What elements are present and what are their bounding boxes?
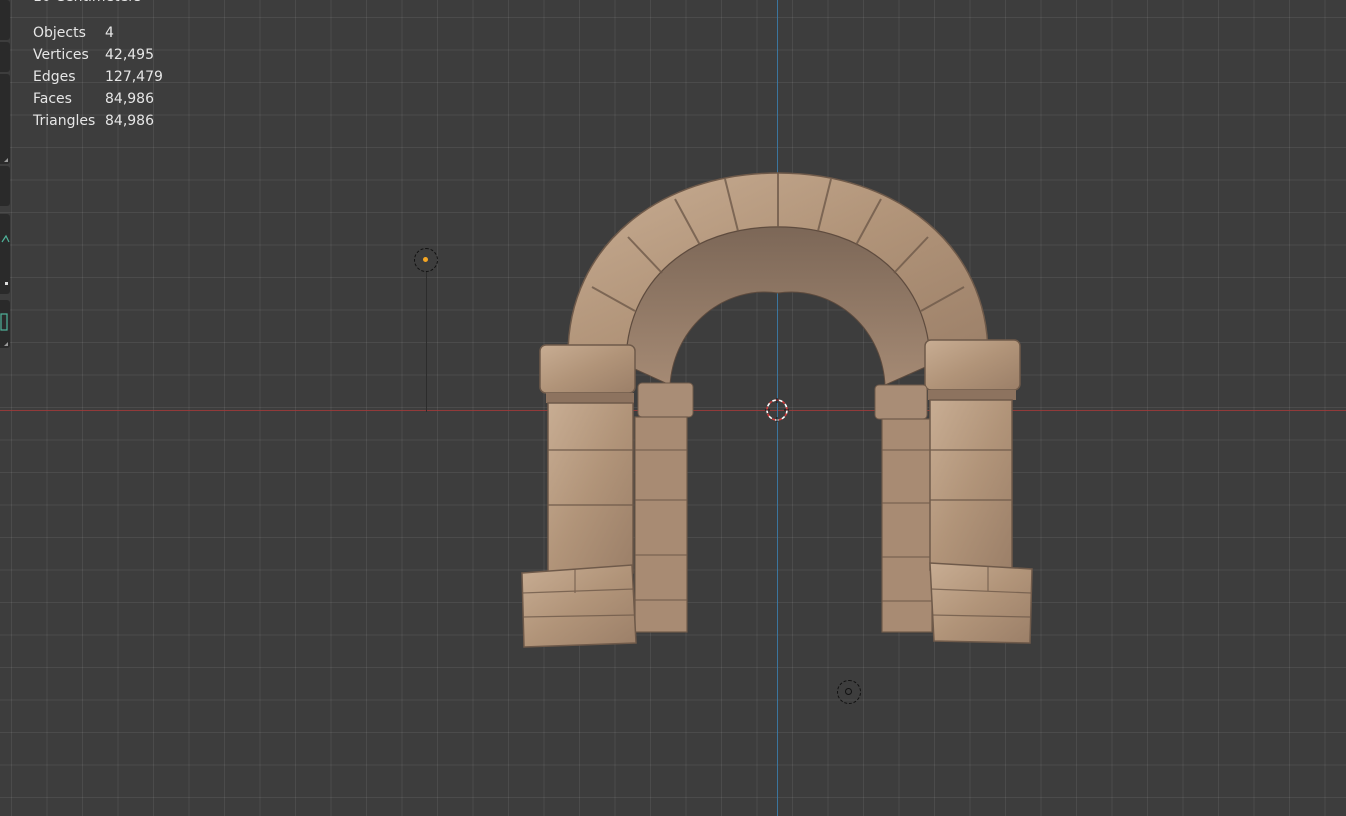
tool-button-cursor[interactable] <box>0 42 10 72</box>
expand-triangle-icon <box>4 342 8 346</box>
expand-triangle-icon <box>4 158 8 162</box>
stat-value: 42,495 <box>105 47 154 63</box>
annotate-icon <box>1 234 10 285</box>
stat-label: Triangles <box>33 113 96 129</box>
3d-viewport[interactable]: 10 Centimeters Objects 4 Vertices 42,495… <box>0 0 1346 816</box>
tool-button-rotate[interactable] <box>0 166 10 206</box>
stat-label: Vertices <box>33 47 89 63</box>
grid-scale-label: 10 Centimeters <box>33 0 141 8</box>
stat-value: 84,986 <box>105 91 154 107</box>
3d-cursor-icon[interactable] <box>765 398 789 422</box>
tool-button-measure[interactable] <box>0 300 10 348</box>
object-origin-icon[interactable] <box>414 248 438 272</box>
origin-dot-icon <box>423 257 428 262</box>
tool-button-select[interactable] <box>0 0 10 40</box>
stat-label: Edges <box>33 69 76 85</box>
light-dot-icon <box>845 688 852 695</box>
toolbar <box>0 0 12 350</box>
stat-value: 127,479 <box>105 69 163 85</box>
tool-button-annotate[interactable] <box>0 214 10 294</box>
stat-value: 4 <box>105 25 114 41</box>
stat-value: 84,986 <box>105 113 154 129</box>
tool-button-move[interactable] <box>0 74 10 164</box>
origin-guide-line <box>426 272 427 412</box>
measure-icon <box>0 313 8 331</box>
stat-label: Objects <box>33 25 86 41</box>
stat-label: Faces <box>33 91 72 107</box>
light-empty-icon[interactable] <box>837 680 861 704</box>
